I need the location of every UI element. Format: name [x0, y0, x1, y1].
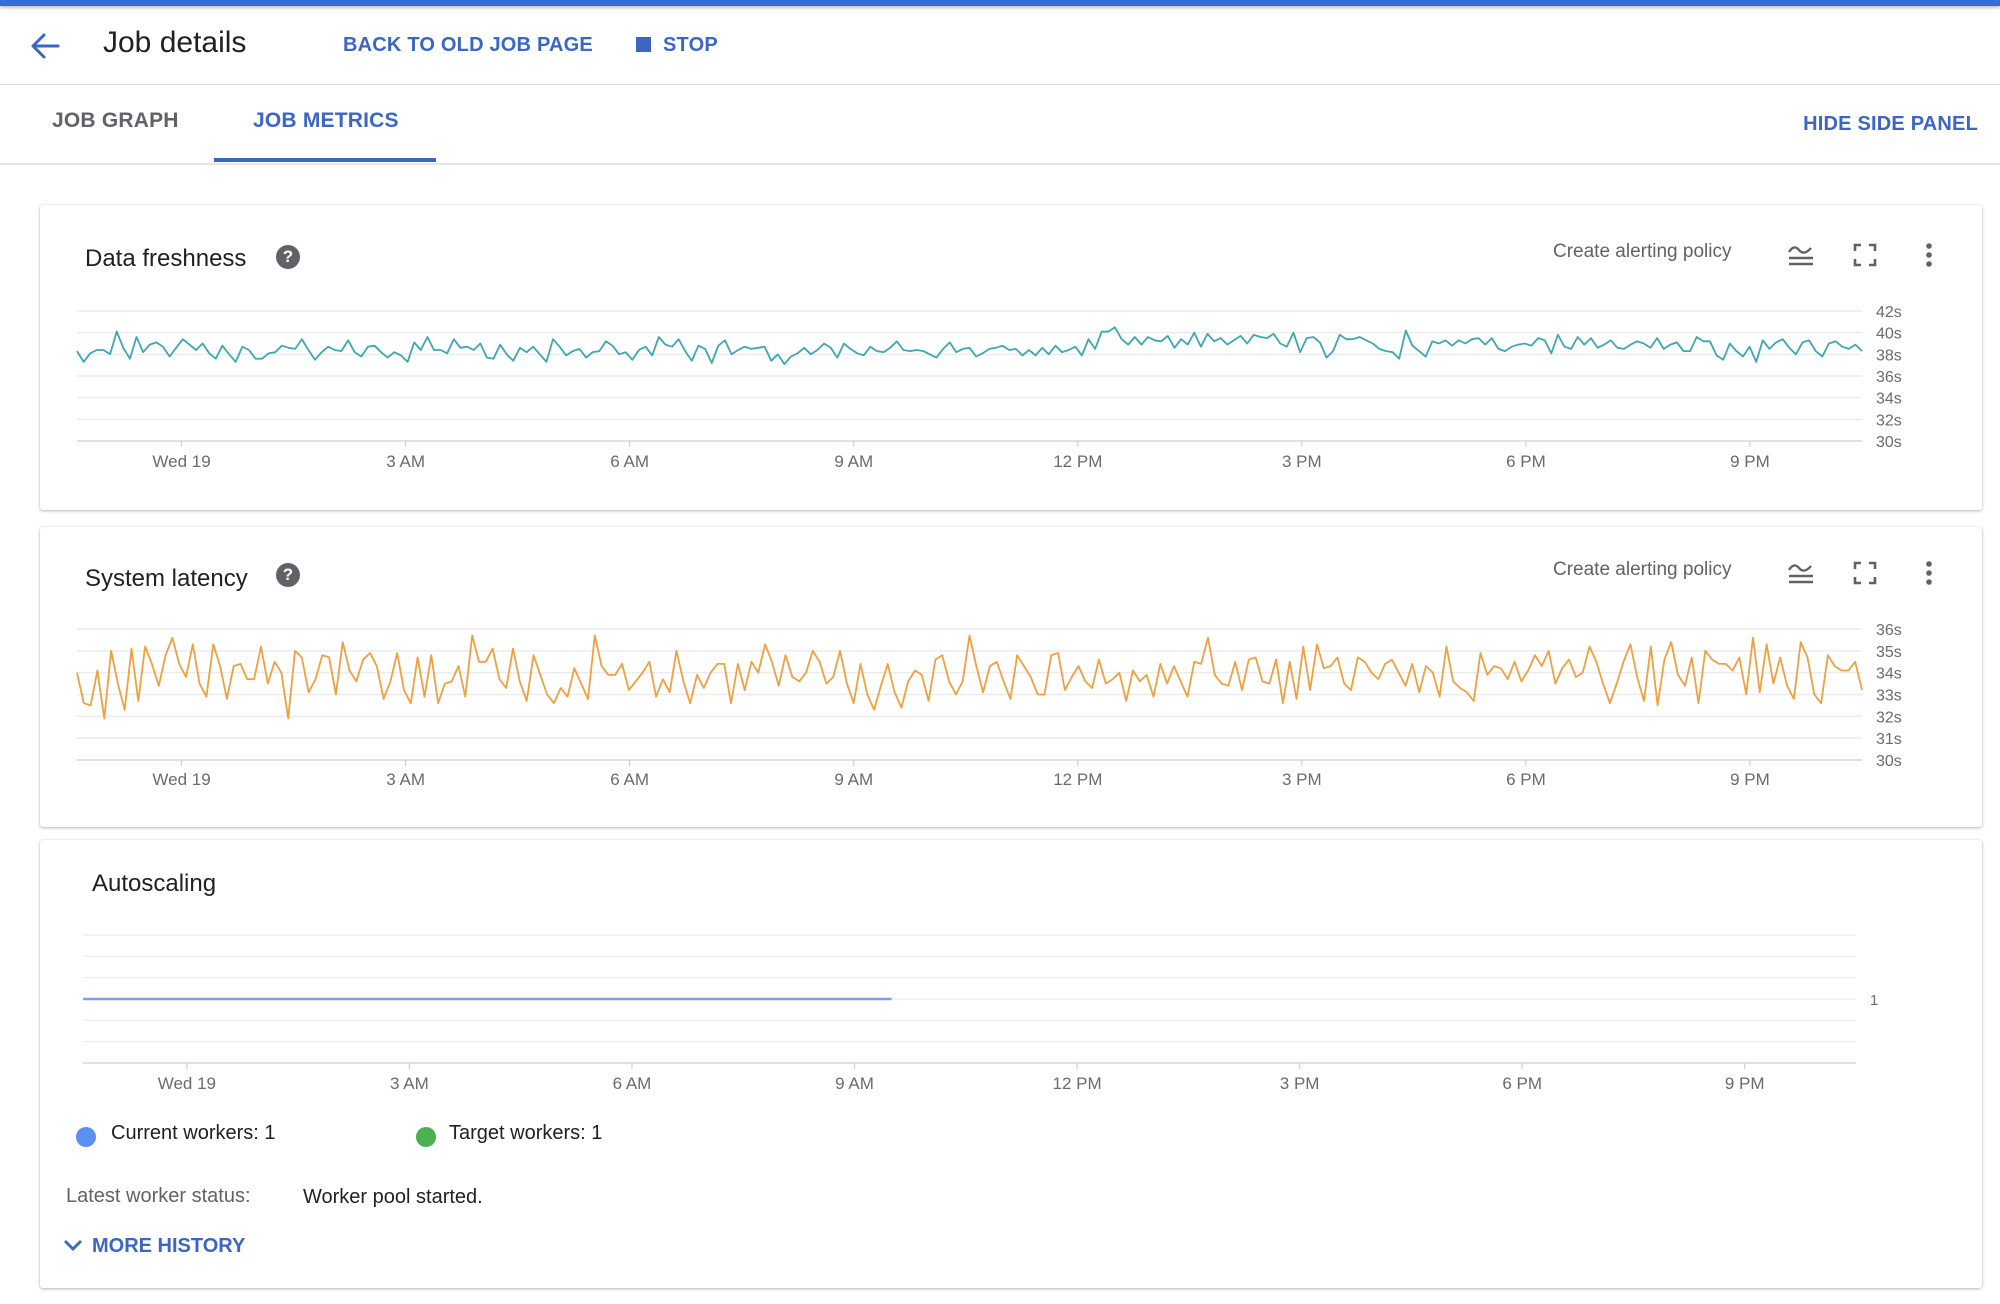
system-latency-chart: 36s 35s 34s 33s 32s 31s 30s Wed 19 3 AM 6 AM 9 AM 1… [76, 622, 1902, 789]
stop-icon [636, 37, 651, 52]
x-tick-label: 6 PM [1502, 1074, 1542, 1093]
x-tick-label: 9 PM [1730, 770, 1770, 789]
x-tick-label: 3 AM [386, 452, 425, 471]
chevron-down-icon [64, 1240, 82, 1251]
x-tick-label: Wed 19 [152, 770, 210, 789]
x-tick-label: 3 PM [1282, 770, 1322, 789]
data-freshness-card: Data freshness ? Create alerting policy … [40, 205, 1982, 510]
x-tick-label: Wed 19 [158, 1074, 216, 1093]
hide-side-panel-button[interactable]: HIDE SIDE PANEL [1803, 113, 1978, 136]
x-tick-label: 12 PM [1053, 452, 1102, 471]
page-title: Job details [103, 26, 247, 59]
tab-job-graph[interactable]: JOB GRAPH [52, 109, 179, 133]
x-tick-label: 3 AM [386, 770, 425, 789]
page-header: Job details BACK TO OLD JOB PAGE STOP [0, 6, 2000, 85]
system-latency-card: System latency ? Create alerting policy … [40, 527, 1982, 827]
current-workers-value: 1 [264, 1122, 276, 1144]
y-tick-label: 30s [1876, 434, 1902, 451]
data-freshness-chart: 42s 40s 38s 36s 34s 32s 30s Wed 19 3 AM 6 AM 9 AM 1… [76, 304, 1902, 471]
y-tick-label: 34s [1876, 391, 1902, 408]
x-tick-label: 3 PM [1280, 1074, 1320, 1093]
y-tick-label: 34s [1876, 666, 1902, 683]
more-history-label: MORE HISTORY [92, 1235, 246, 1257]
stop-label: STOP [663, 34, 718, 56]
x-tick-label: 3 AM [390, 1074, 429, 1093]
y-tick-label: 30s [1876, 753, 1902, 770]
x-tick-label: 12 PM [1052, 1074, 1101, 1093]
y-tick-label: 1 [1870, 992, 1878, 1009]
x-tick-label: 9 AM [835, 1074, 874, 1093]
x-tick-label: 6 AM [610, 770, 649, 789]
y-tick-label: 32s [1876, 412, 1902, 429]
target-workers-dot [416, 1127, 436, 1147]
back-to-old-job-page-button[interactable]: BACK TO OLD JOB PAGE [343, 34, 593, 57]
y-tick-label: 32s [1876, 709, 1902, 726]
current-workers-dot [76, 1127, 96, 1147]
active-tab-indicator [214, 158, 436, 162]
target-workers-value: 1 [591, 1122, 603, 1144]
x-tick-label: 6 AM [610, 452, 649, 471]
x-tick-label: 12 PM [1053, 770, 1102, 789]
stop-button[interactable]: STOP [636, 34, 718, 57]
y-tick-label: 36s [1876, 369, 1902, 386]
more-history-button[interactable]: MORE HISTORY [62, 1235, 245, 1258]
y-tick-label: 40s [1876, 326, 1902, 343]
series-line-system-latency [76, 634, 1863, 720]
current-workers-label: Current workers: [111, 1122, 259, 1144]
y-tick-label: 35s [1876, 644, 1902, 661]
y-tick-label: 33s [1876, 688, 1902, 705]
y-tick-label: 38s [1876, 347, 1902, 364]
latest-worker-status-value: Worker pool started. [303, 1186, 483, 1208]
autoscaling-card: Autoscaling 1 Wed 19 3 AM 6 AM 9 AM 12 PM 3 PM… [40, 840, 1982, 1288]
x-tick-label: 9 AM [834, 452, 873, 471]
x-tick-label: Wed 19 [152, 452, 210, 471]
x-tick-label: 9 AM [834, 770, 873, 789]
y-tick-label: 36s [1876, 622, 1902, 639]
x-tick-label: 6 PM [1506, 452, 1546, 471]
y-tick-label: 31s [1876, 731, 1902, 748]
tab-bar: JOB GRAPH JOB METRICS HIDE SIDE PANEL [0, 85, 2000, 165]
back-arrow-icon[interactable] [28, 30, 64, 62]
latest-worker-status-label: Latest worker status: [66, 1185, 251, 1207]
target-workers-label: Target workers: [449, 1122, 586, 1144]
x-tick-label: 9 PM [1725, 1074, 1765, 1093]
target-workers-legend: Target workers: 1 [449, 1122, 602, 1145]
tab-job-metrics[interactable]: JOB METRICS [253, 109, 399, 133]
x-tick-label: 3 PM [1282, 452, 1322, 471]
x-tick-label: 6 AM [613, 1074, 652, 1093]
y-tick-label: 42s [1876, 304, 1902, 321]
x-tick-label: 6 PM [1506, 770, 1546, 789]
x-tick-label: 9 PM [1730, 452, 1770, 471]
autoscaling-chart: 1 Wed 19 3 AM 6 AM 9 AM 12 PM 3 PM 6 PM 9 PM [83, 934, 1878, 1093]
current-workers-legend: Current workers: 1 [111, 1122, 276, 1145]
